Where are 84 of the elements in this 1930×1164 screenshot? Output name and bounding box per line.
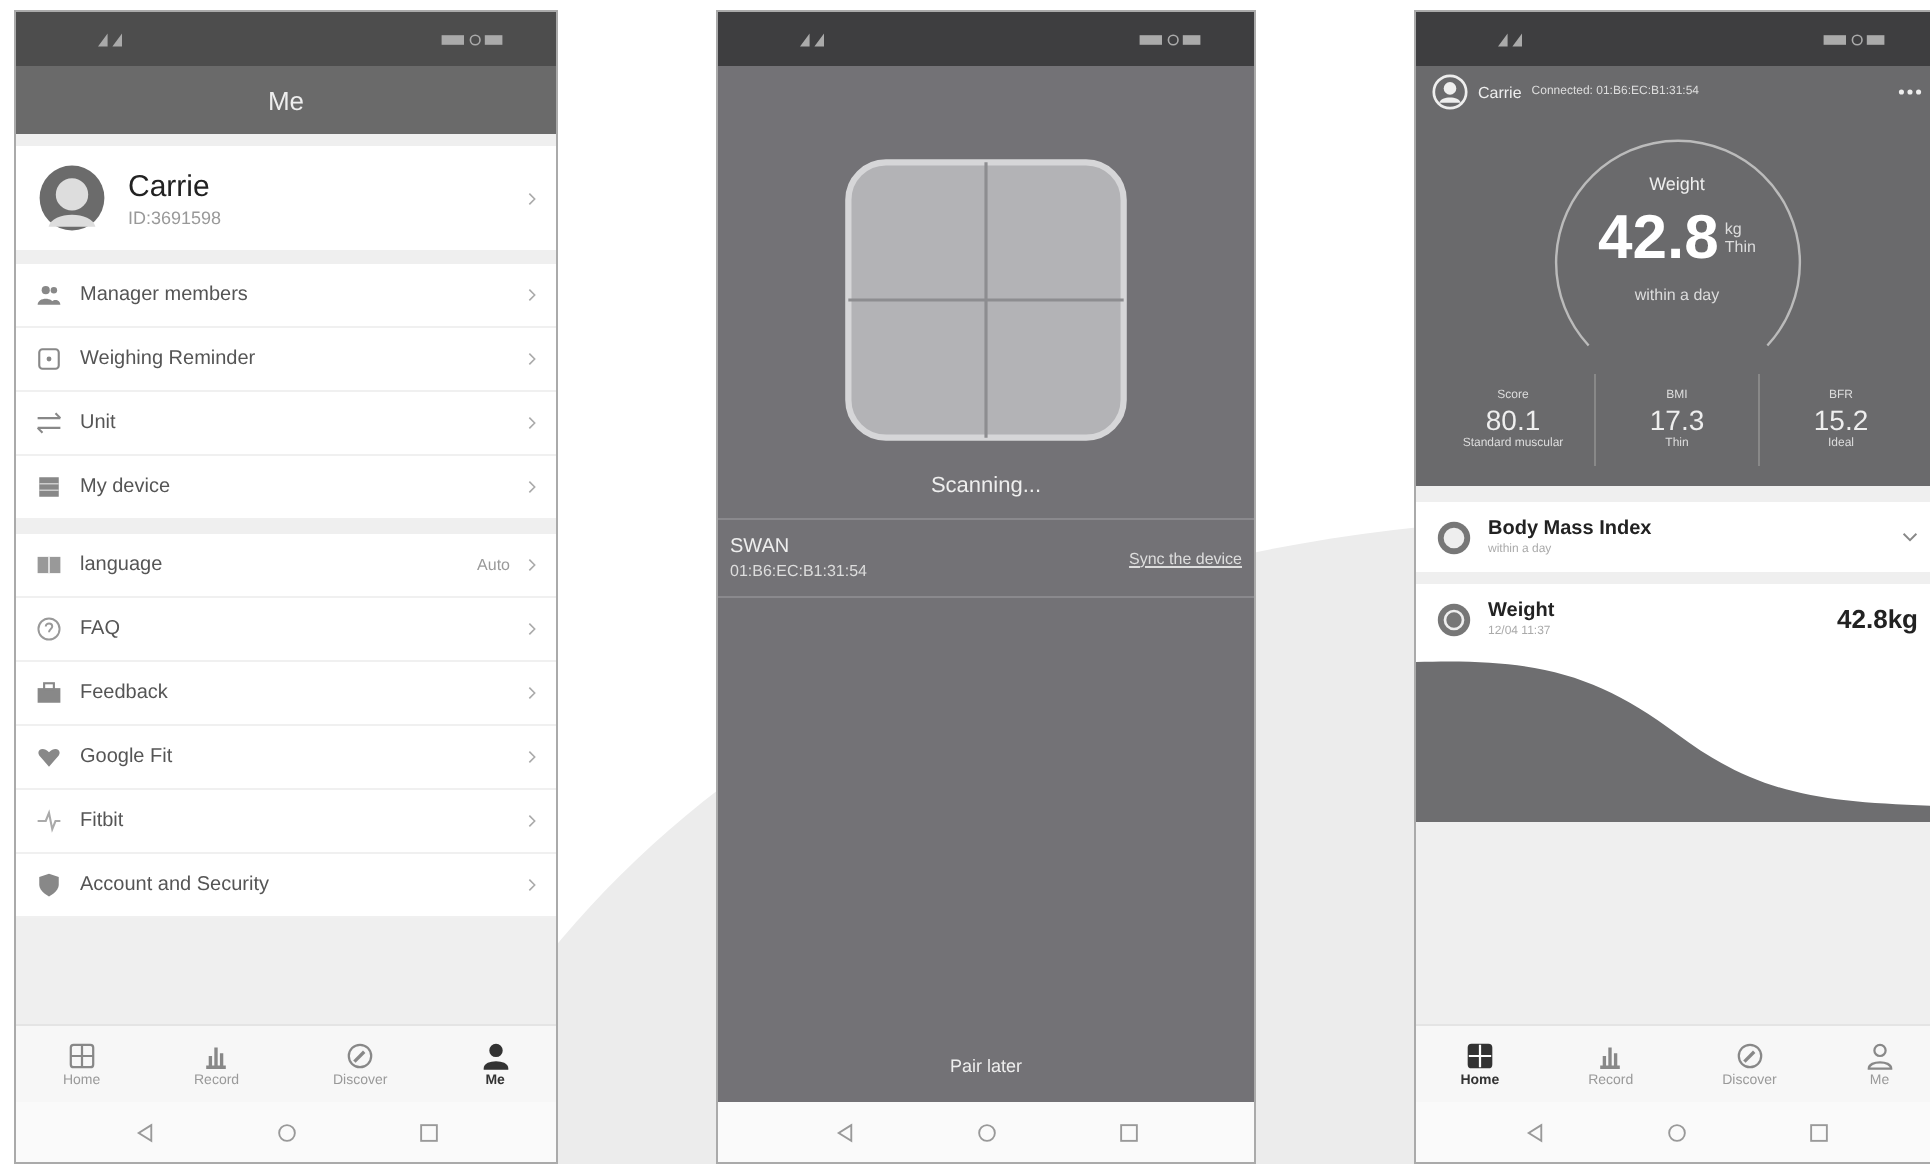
menu-item[interactable]: Unit: [16, 392, 556, 456]
grid-icon: [1465, 1041, 1494, 1069]
chevron-icon: [528, 814, 536, 828]
menu-item[interactable]: Weighing Reminder: [16, 328, 556, 392]
more-icon[interactable]: [1898, 88, 1922, 96]
gauge-period: within a day: [1634, 286, 1720, 304]
weight-status: Thin: [1724, 238, 1756, 256]
chevron-icon[interactable]: [1902, 532, 1918, 542]
avatar-icon[interactable]: [1432, 74, 1468, 110]
chevron-icon: [528, 191, 536, 205]
menu-label: Unit: [80, 412, 118, 434]
square-icon[interactable]: [1117, 1121, 1139, 1143]
menu-item[interactable]: language Auto: [16, 534, 556, 598]
device-icon: [36, 474, 62, 500]
back-icon[interactable]: [133, 1121, 155, 1143]
chevron-icon: [528, 878, 536, 892]
device-row[interactable]: SWAN 01:B6:EC:B1:31:54 Sync the device: [718, 518, 1254, 598]
ring-icon: [1436, 519, 1472, 555]
compass-icon: [1735, 1041, 1764, 1069]
profile-row[interactable]: Carrie ID:3691598: [16, 146, 556, 250]
grid-icon: [67, 1041, 96, 1069]
scale-icon: [1436, 601, 1472, 637]
card-value: 42.8kg: [1837, 604, 1918, 634]
menu-label: Weighing Reminder: [80, 348, 258, 370]
metric-value: 17.3: [1649, 404, 1705, 436]
chevron-icon: [528, 622, 536, 636]
home-icon[interactable]: [975, 1121, 997, 1143]
person-icon: [1865, 1041, 1894, 1069]
scanning-status: Scanning...: [930, 474, 1042, 498]
chevron-icon: [528, 352, 536, 366]
menu-label: Account and Security: [80, 874, 271, 896]
menu-item[interactable]: FAQ: [16, 598, 556, 662]
chevron-icon: [528, 288, 536, 302]
menu-item[interactable]: Manager members: [16, 264, 556, 328]
people-icon: [36, 282, 62, 308]
gauge-label: Weight: [1649, 174, 1705, 194]
shield-icon: [36, 872, 62, 898]
question-icon: [36, 616, 62, 642]
chevron-icon: [528, 480, 536, 494]
arrows-icon: [36, 410, 62, 436]
home-icon[interactable]: [275, 1121, 297, 1143]
menu-label: My device: [80, 476, 173, 498]
menu-label: language: [80, 554, 165, 576]
person-icon: [481, 1041, 510, 1069]
chevron-icon: [528, 686, 536, 700]
device-address: 01:B6:EC:B1:31:54: [730, 562, 869, 580]
card-title: Weight: [1488, 600, 1557, 622]
user-name: Carrie: [1478, 83, 1522, 101]
weight-unit: kg: [1724, 220, 1744, 238]
home-icon[interactable]: [1666, 1121, 1688, 1143]
menu-label: FAQ: [80, 618, 123, 640]
chevron-icon: [528, 750, 536, 764]
menu-item[interactable]: Fitbit: [16, 790, 556, 854]
sync-button[interactable]: Sync the device: [1129, 549, 1242, 567]
menu-item[interactable]: Feedback: [16, 662, 556, 726]
back-icon[interactable]: [1524, 1121, 1546, 1143]
compass-icon: [346, 1041, 375, 1069]
menu-item[interactable]: Google Fit: [16, 726, 556, 790]
back-icon[interactable]: [833, 1121, 855, 1143]
menu-label: Manager members: [80, 284, 250, 306]
card-title: Body Mass Index: [1488, 518, 1654, 540]
menu-item[interactable]: My device: [16, 456, 556, 520]
pair-later-button[interactable]: Pair later: [937, 1054, 1034, 1078]
menu-item[interactable]: Account and Security: [16, 854, 556, 918]
alarm-clock-icon: [36, 346, 62, 372]
metric-value: 15.2: [1813, 404, 1869, 436]
weight-value: 42.8: [1598, 202, 1719, 274]
screen-title: Me: [267, 85, 305, 115]
book-icon: [36, 552, 62, 578]
metric-value: 80.1: [1485, 404, 1541, 436]
avatar-icon: [36, 162, 108, 234]
briefcase-icon: [36, 680, 62, 706]
square-icon[interactable]: [1808, 1121, 1830, 1143]
menu-label: Fitbit: [80, 810, 126, 832]
user-id: ID:3691598: [128, 207, 224, 227]
square-icon[interactable]: [417, 1121, 439, 1143]
menu-label: Google Fit: [80, 746, 175, 768]
chevron-icon: [528, 558, 536, 572]
user-name: Carrie: [128, 169, 212, 203]
menu-value: Auto: [477, 556, 510, 574]
chevron-icon: [528, 416, 536, 430]
menu-label: Feedback: [80, 682, 170, 704]
device-name: SWAN: [730, 536, 792, 558]
heart-icon: [36, 744, 62, 770]
